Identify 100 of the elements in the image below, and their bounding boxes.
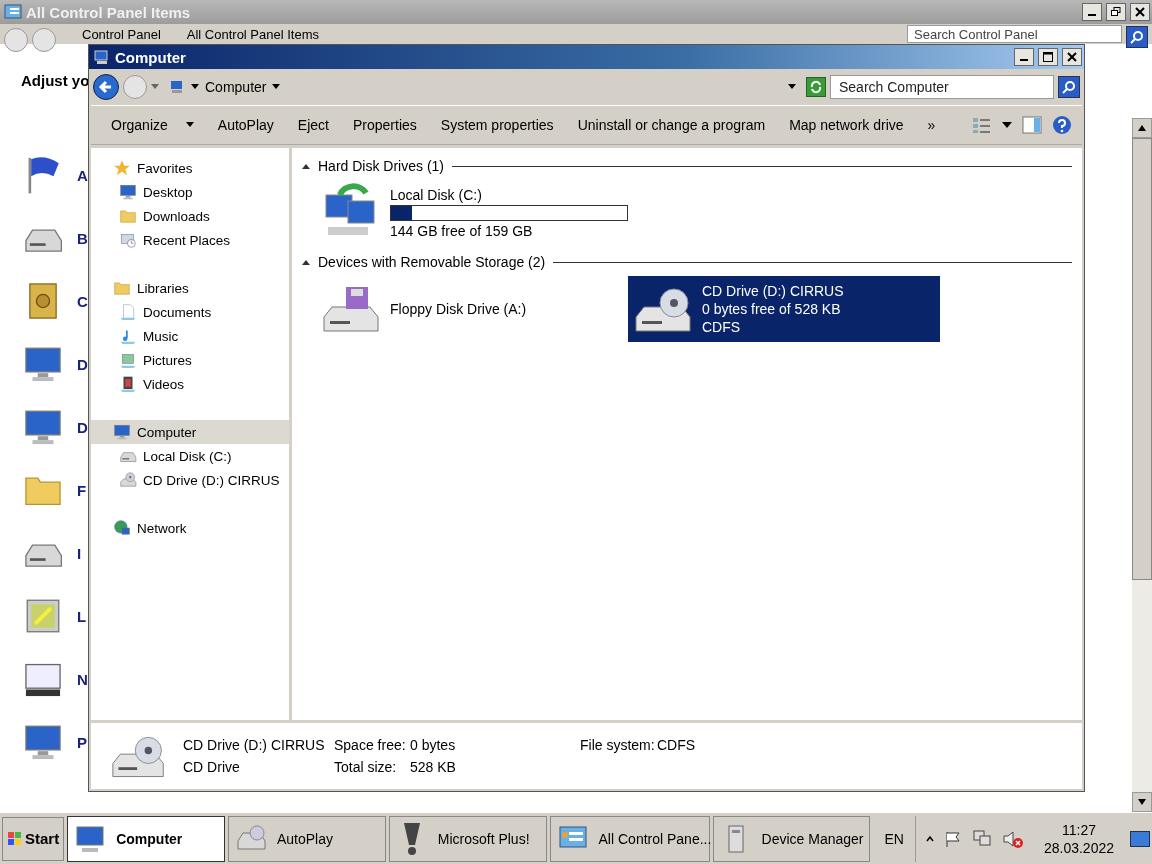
drive-name: CD Drive (D:) CIRRUS — [702, 283, 844, 299]
toolbar-button[interactable]: System properties — [428, 113, 566, 137]
navigation-item[interactable]: Recent Places — [91, 228, 289, 252]
close-button[interactable] — [1130, 3, 1150, 21]
computer-icon — [93, 49, 111, 65]
minimize-button[interactable] — [1082, 3, 1102, 21]
taskbar-button[interactable]: All Control Pane... — [549, 815, 710, 862]
item-initial[interactable]: D — [77, 418, 88, 436]
network-icon[interactable] — [971, 828, 992, 849]
navigation-item[interactable]: Local Disk (C:) — [91, 444, 289, 468]
group-heading[interactable]: Devices with Removable Storage (2) — [318, 254, 546, 270]
navigation-item[interactable]: Downloads — [91, 204, 289, 228]
view-icon[interactable] — [972, 116, 992, 134]
minimize-button[interactable] — [1014, 48, 1034, 66]
forward-button[interactable] — [32, 28, 56, 52]
show-desktop-button[interactable] — [1130, 830, 1150, 847]
film-icon — [119, 375, 137, 393]
down-arrow-icon[interactable] — [1138, 799, 1146, 805]
address-bar[interactable]: Computer — [163, 76, 802, 98]
navigation-item[interactable]: CD Drive (D:) CIRRUS — [91, 468, 289, 492]
toolbar-button[interactable]: Eject — [285, 113, 341, 137]
navigation-item[interactable]: Pictures — [91, 348, 289, 372]
start-button[interactable]: Start — [2, 816, 65, 861]
item-initial[interactable]: C — [77, 292, 88, 310]
monitor-icon — [119, 183, 137, 201]
refresh-button[interactable] — [806, 77, 826, 97]
drive-tile[interactable]: CD Drive (D:) CIRRUS 0 bytes free of 528 KB CDFS — [628, 276, 940, 342]
window-title: Computer — [115, 48, 186, 66]
search-field[interactable]: Search Control Panel — [907, 25, 1122, 43]
folder-icon — [119, 207, 137, 225]
help-icon[interactable] — [1052, 115, 1072, 135]
navigation-item[interactable]: Videos — [91, 372, 289, 396]
search-button[interactable] — [1058, 76, 1080, 98]
item-initial[interactable]: B — [77, 229, 88, 247]
chevron-up-icon[interactable] — [925, 834, 934, 843]
taskbar-button[interactable]: AutoPlay — [227, 815, 386, 862]
navigation-item[interactable]: Documents — [91, 300, 289, 324]
language-indicator[interactable]: EN — [876, 830, 912, 847]
drive-tile[interactable]: Floppy Disk Drive (A:) — [316, 276, 628, 342]
flag-icon[interactable] — [943, 829, 962, 848]
drive-name: Floppy Disk Drive (A:) — [390, 301, 527, 317]
item-initial[interactable]: F — [77, 481, 87, 499]
restore-button[interactable] — [1106, 3, 1126, 21]
drive-detail: CDFS — [702, 319, 742, 335]
toolbar-button[interactable]: Properties — [341, 113, 429, 137]
star-icon — [113, 159, 131, 177]
drive-tile[interactable]: Local Disk (C:) 144 GB free of 159 GB — [316, 180, 628, 246]
music-icon — [119, 327, 137, 345]
collapse-arrow-icon[interactable] — [302, 163, 310, 169]
field-label: Space free: — [334, 737, 407, 753]
item-initial[interactable]: P — [77, 733, 87, 751]
toolbar-button[interactable]: Map network drive — [777, 113, 916, 137]
search-field[interactable]: Search Computer — [830, 75, 1054, 99]
navigation-item[interactable]: Favorites — [91, 156, 289, 180]
computer-icon — [113, 423, 131, 441]
navigation-item[interactable]: Computer — [91, 420, 289, 444]
organize-menu[interactable]: Organize — [99, 113, 206, 137]
drive-detail: 144 GB free of 159 GB — [390, 223, 534, 239]
item-initial[interactable]: L — [77, 607, 87, 625]
computer-icon — [169, 80, 185, 94]
field-value: 0 bytes — [410, 737, 457, 753]
toolbar-button[interactable]: Uninstall or change a program — [565, 113, 778, 137]
address-crumb[interactable]: Control Panel — [82, 27, 161, 42]
close-icon — [1135, 7, 1145, 17]
item-initial[interactable]: D — [77, 355, 88, 373]
drive-name: Local Disk (C:) — [390, 187, 483, 203]
caret-icon — [191, 84, 199, 90]
globe-icon — [113, 519, 131, 537]
item-initial[interactable]: A — [77, 166, 88, 184]
search-button[interactable] — [1126, 26, 1148, 48]
address-crumb[interactable]: All Control Panel Items — [186, 27, 319, 42]
minimize-icon — [1088, 14, 1096, 16]
item-initial[interactable]: I — [77, 544, 82, 562]
document-icon — [119, 303, 137, 321]
caret-icon[interactable] — [1002, 122, 1012, 128]
toolbar-button[interactable]: AutoPlay — [205, 113, 286, 137]
more-button[interactable]: » — [915, 113, 948, 137]
item-name: CD Drive (D:) CIRRUS — [183, 737, 326, 753]
taskbar-button[interactable]: Computer — [67, 815, 225, 862]
speaker-muted-icon[interactable] — [1001, 828, 1024, 849]
navigation-item[interactable]: Desktop — [91, 180, 289, 204]
window-title: All Control Panel Items — [26, 3, 191, 21]
navigation-item[interactable]: Libraries — [91, 276, 289, 300]
group-heading[interactable]: Hard Disk Drives (1) — [318, 158, 444, 174]
scrollbar[interactable] — [1132, 118, 1152, 812]
clock-icon — [119, 231, 137, 249]
maximize-button[interactable] — [1038, 48, 1058, 66]
collapse-arrow-icon[interactable] — [302, 259, 310, 265]
close-button[interactable] — [1062, 48, 1082, 66]
item-initial[interactable]: N — [77, 670, 88, 688]
back-button[interactable] — [93, 74, 119, 100]
search-icon — [1062, 80, 1076, 94]
clock[interactable]: 11:27 28.03.2022 — [1033, 820, 1120, 857]
up-arrow-icon[interactable] — [1138, 125, 1146, 131]
refresh-icon — [809, 80, 823, 94]
taskbar-button[interactable]: Device Manager — [712, 815, 871, 862]
navigation-item[interactable]: Music — [91, 324, 289, 348]
navigation-item[interactable]: Network — [91, 516, 289, 540]
taskbar-button[interactable]: Microsoft Plus! — [388, 815, 547, 862]
arrow-left-icon — [98, 79, 114, 95]
